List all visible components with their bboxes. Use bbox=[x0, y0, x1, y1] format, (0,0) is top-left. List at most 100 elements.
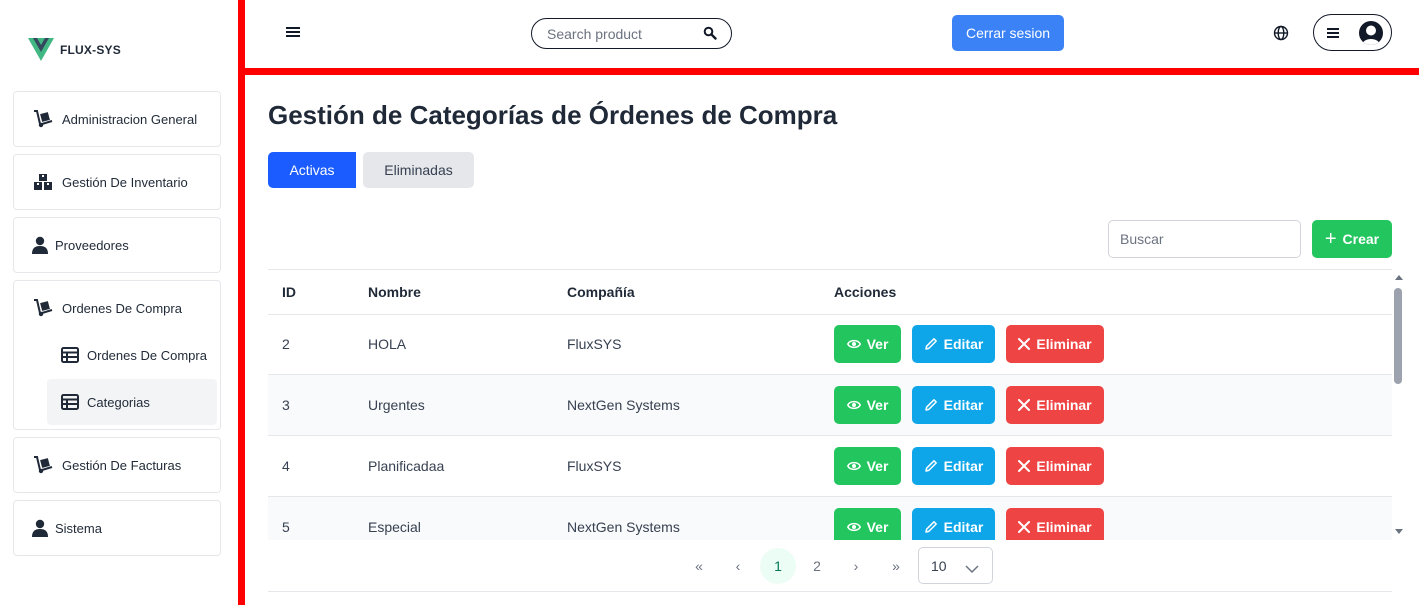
sidebar-item-label: Administracion General bbox=[62, 111, 198, 127]
sidebar-item-facturas[interactable]: Gestión De Facturas bbox=[14, 438, 220, 492]
delete-label: Eliminar bbox=[1036, 336, 1092, 352]
tab-eliminadas[interactable]: Eliminadas bbox=[363, 152, 474, 188]
user-menu[interactable] bbox=[1313, 14, 1392, 51]
sidebar-subitem-label: Categorias bbox=[87, 394, 150, 410]
table-header: ID Nombre Compañía Acciones bbox=[268, 270, 1392, 315]
rows-per-page-value: 10 bbox=[931, 557, 947, 574]
delete-button[interactable]: Eliminar bbox=[1006, 447, 1104, 485]
sidebar-item-label: Gestión De Inventario bbox=[62, 174, 188, 190]
close-icon bbox=[1018, 399, 1031, 411]
view-label: Ver bbox=[866, 397, 889, 413]
table-scrollbar[interactable] bbox=[1392, 269, 1406, 540]
scrollbar-thumb[interactable] bbox=[1394, 288, 1402, 384]
edit-button[interactable]: Editar bbox=[912, 508, 995, 540]
column-header-nombre[interactable]: Nombre bbox=[368, 270, 421, 314]
edit-label: Editar bbox=[943, 458, 984, 474]
rows-per-page-select[interactable]: 10 bbox=[918, 547, 993, 584]
create-button[interactable]: + Crear bbox=[1312, 220, 1392, 258]
menu-icon bbox=[1327, 28, 1339, 38]
cell-id: 3 bbox=[282, 397, 290, 413]
next-page-button[interactable]: › bbox=[838, 548, 874, 584]
delete-button[interactable]: Eliminar bbox=[1006, 325, 1104, 363]
last-page-button[interactable]: » bbox=[878, 548, 914, 584]
delete-label: Eliminar bbox=[1036, 458, 1092, 474]
globe-icon[interactable] bbox=[1273, 25, 1289, 41]
logout-button[interactable]: Cerrar sesion bbox=[952, 15, 1064, 51]
brand-logo[interactable]: FLUX-SYS bbox=[28, 38, 121, 62]
chevron-down-icon bbox=[965, 561, 979, 577]
sidebar-item-sistema[interactable]: Sistema bbox=[14, 501, 220, 555]
sidebar-item-label: Proveedores bbox=[55, 237, 129, 253]
tab-activas[interactable]: Activas bbox=[268, 152, 356, 188]
pencil-icon bbox=[924, 398, 938, 412]
delete-button[interactable]: Eliminar bbox=[1006, 386, 1104, 424]
view-button[interactable]: Ver bbox=[834, 386, 901, 424]
eye-icon bbox=[846, 521, 861, 533]
edit-button[interactable]: Editar bbox=[912, 386, 995, 424]
sidebar-item-proveedores[interactable]: Proveedores bbox=[14, 218, 220, 272]
column-header-compania[interactable]: Compañía bbox=[567, 270, 635, 314]
page-button[interactable]: 1 bbox=[760, 548, 796, 584]
product-search-input[interactable] bbox=[547, 25, 697, 42]
delete-button[interactable]: Eliminar bbox=[1006, 508, 1104, 540]
table-search-input[interactable] bbox=[1108, 220, 1301, 258]
edit-label: Editar bbox=[943, 397, 984, 413]
edit-button[interactable]: Editar bbox=[912, 447, 995, 485]
cell-name: HOLA bbox=[368, 336, 407, 352]
page-button[interactable]: 2 bbox=[799, 548, 835, 584]
sidebar-item-label: Sistema bbox=[55, 520, 102, 536]
sidebar-item-administracion[interactable]: Administracion General bbox=[14, 92, 220, 146]
edit-button[interactable]: Editar bbox=[912, 325, 995, 363]
categories-table: ID Nombre Compañía Acciones 2 HOLA FluxS… bbox=[268, 269, 1392, 540]
sidebar-item-label: Gestión De Facturas bbox=[62, 457, 182, 473]
pencil-icon bbox=[924, 459, 938, 473]
sidebar-card-ordenes: Ordenes De Compra Ordenes De Compra Cate… bbox=[13, 280, 221, 430]
plus-icon: + bbox=[1324, 228, 1337, 250]
create-label: Crear bbox=[1342, 231, 1380, 247]
cell-company: FluxSYS bbox=[567, 336, 622, 352]
view-button[interactable]: Ver bbox=[834, 447, 901, 485]
sidebar-subitem-ordenes[interactable]: Ordenes De Compra bbox=[47, 332, 217, 378]
scroll-up-icon[interactable] bbox=[1395, 275, 1403, 280]
delete-label: Eliminar bbox=[1036, 397, 1092, 413]
edit-label: Editar bbox=[943, 336, 984, 352]
delete-label: Eliminar bbox=[1036, 519, 1092, 535]
frame-divider-horizontal bbox=[245, 68, 1419, 75]
eye-icon bbox=[846, 460, 861, 472]
hand-truck-icon bbox=[32, 109, 54, 129]
menu-toggle-icon[interactable] bbox=[286, 25, 300, 39]
table-row: 4 Planificadaa FluxSYS Ver Editar Elimin… bbox=[268, 436, 1392, 497]
sidebar-card-inventario: Gestión De Inventario bbox=[13, 154, 221, 210]
page-title: Gestión de Categorías de Órdenes de Comp… bbox=[268, 100, 838, 130]
eye-icon bbox=[846, 399, 861, 411]
edit-label: Editar bbox=[943, 519, 984, 535]
sidebar-item-ordenes-de-compra[interactable]: Ordenes De Compra bbox=[14, 281, 220, 335]
cell-name: Urgentes bbox=[368, 397, 425, 413]
first-page-button[interactable]: « bbox=[681, 548, 717, 584]
sidebar-item-inventario[interactable]: Gestión De Inventario bbox=[14, 155, 220, 209]
column-header-id[interactable]: ID bbox=[282, 270, 296, 314]
sidebar-item-label: Ordenes De Compra bbox=[62, 300, 182, 316]
sidebar-subitem-label: Ordenes De Compra bbox=[87, 347, 207, 363]
close-icon bbox=[1018, 338, 1031, 350]
prev-page-button[interactable]: ‹ bbox=[720, 548, 756, 584]
view-button[interactable]: Ver bbox=[834, 325, 901, 363]
column-header-acciones: Acciones bbox=[834, 284, 897, 300]
pencil-icon bbox=[924, 337, 938, 351]
product-search bbox=[531, 18, 732, 49]
user-icon bbox=[32, 518, 48, 538]
sidebar-card-admin: Administracion General bbox=[13, 91, 221, 147]
cell-company: NextGen Systems bbox=[567, 519, 680, 535]
sidebar-subitem-categorias[interactable]: Categorias bbox=[47, 379, 217, 425]
boxes-icon bbox=[32, 172, 54, 192]
table-row: 2 HOLA FluxSYS Ver Editar Eliminar bbox=[268, 314, 1392, 375]
avatar-icon bbox=[1359, 21, 1383, 45]
cell-id: 5 bbox=[282, 519, 290, 535]
table-row: 5 Especial NextGen Systems Ver Editar El… bbox=[268, 497, 1392, 540]
search-icon[interactable] bbox=[703, 26, 717, 45]
view-button[interactable]: Ver bbox=[834, 508, 901, 540]
view-label: Ver bbox=[866, 519, 889, 535]
scroll-down-icon[interactable] bbox=[1395, 529, 1403, 534]
view-label: Ver bbox=[866, 458, 889, 474]
hand-truck-icon bbox=[32, 298, 54, 318]
